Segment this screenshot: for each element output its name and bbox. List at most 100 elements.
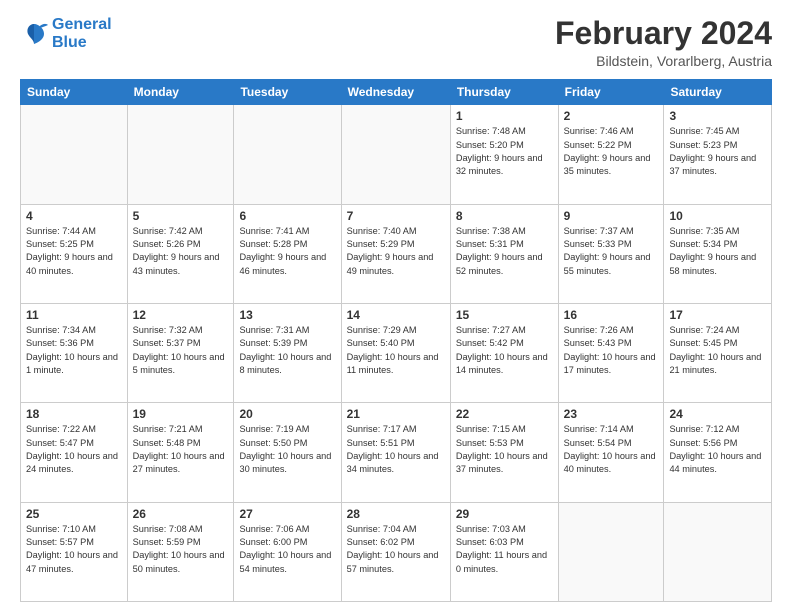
day-info: Sunrise: 7:35 AM Sunset: 5:34 PM Dayligh… [669,225,766,278]
day-number: 26 [133,507,229,521]
day-number: 20 [239,407,335,421]
calendar-cell: 17 Sunrise: 7:24 AM Sunset: 5:45 PM Dayli… [664,303,772,402]
col-tuesday: Tuesday [234,80,341,105]
calendar-cell: 9 Sunrise: 7:37 AM Sunset: 5:33 PM Daylig… [558,204,664,303]
day-number: 24 [669,407,766,421]
day-info: Sunrise: 7:41 AM Sunset: 5:28 PM Dayligh… [239,225,335,278]
logo-text: General Blue [52,16,112,51]
calendar-cell: 1 Sunrise: 7:48 AM Sunset: 5:20 PM Daylig… [450,105,558,204]
day-info: Sunrise: 7:38 AM Sunset: 5:31 PM Dayligh… [456,225,553,278]
day-info: Sunrise: 7:34 AM Sunset: 5:36 PM Dayligh… [26,324,122,377]
day-info: Sunrise: 7:45 AM Sunset: 5:23 PM Dayligh… [669,125,766,178]
day-number: 18 [26,407,122,421]
calendar-cell: 29 Sunrise: 7:03 AM Sunset: 6:03 PM Dayli… [450,502,558,601]
col-saturday: Saturday [664,80,772,105]
day-number: 28 [347,507,445,521]
day-number: 13 [239,308,335,322]
col-thursday: Thursday [450,80,558,105]
calendar-cell: 11 Sunrise: 7:34 AM Sunset: 5:36 PM Dayli… [21,303,128,402]
calendar-cell: 24 Sunrise: 7:12 AM Sunset: 5:56 PM Dayli… [664,403,772,502]
day-info: Sunrise: 7:48 AM Sunset: 5:20 PM Dayligh… [456,125,553,178]
day-number: 22 [456,407,553,421]
day-info: Sunrise: 7:24 AM Sunset: 5:45 PM Dayligh… [669,324,766,377]
calendar-cell: 23Sunrise: 7:14 AM Sunset: 5:54 PM Dayli… [558,403,664,502]
calendar-cell: 14 Sunrise: 7:29 AM Sunset: 5:40 PM Dayli… [341,303,450,402]
calendar-cell: 8 Sunrise: 7:38 AM Sunset: 5:31 PM Daylig… [450,204,558,303]
week-row-2: 4 Sunrise: 7:44 AM Sunset: 5:25 PM Daylig… [21,204,772,303]
day-number: 8 [456,209,553,223]
calendar-cell: 15Sunrise: 7:27 AM Sunset: 5:42 PM Dayli… [450,303,558,402]
calendar-cell: 26 Sunrise: 7:08 AM Sunset: 5:59 PM Dayli… [127,502,234,601]
day-info: Sunrise: 7:26 AM Sunset: 5:43 PM Dayligh… [564,324,659,377]
day-info: Sunrise: 7:08 AM Sunset: 5:59 PM Dayligh… [133,523,229,576]
day-number: 5 [133,209,229,223]
day-number: 9 [564,209,659,223]
day-info: Sunrise: 7:37 AM Sunset: 5:33 PM Dayligh… [564,225,659,278]
day-number: 29 [456,507,553,521]
col-friday: Friday [558,80,664,105]
day-number: 11 [26,308,122,322]
day-number: 3 [669,109,766,123]
logo: General Blue [20,16,112,51]
location-subtitle: Bildstein, Vorarlberg, Austria [555,53,772,69]
day-number: 4 [26,209,122,223]
calendar-cell: 20Sunrise: 7:19 AM Sunset: 5:50 PM Dayli… [234,403,341,502]
day-info: Sunrise: 7:03 AM Sunset: 6:03 PM Dayligh… [456,523,553,576]
day-number: 12 [133,308,229,322]
calendar-cell [127,105,234,204]
day-info: Sunrise: 7:12 AM Sunset: 5:56 PM Dayligh… [669,423,766,476]
day-info: Sunrise: 7:22 AM Sunset: 5:47 PM Dayligh… [26,423,122,476]
calendar-cell: 19Sunrise: 7:21 AM Sunset: 5:48 PM Dayli… [127,403,234,502]
calendar-cell: 13 Sunrise: 7:31 AM Sunset: 5:39 PM Dayli… [234,303,341,402]
week-row-1: 1 Sunrise: 7:48 AM Sunset: 5:20 PM Daylig… [21,105,772,204]
day-number: 1 [456,109,553,123]
calendar-cell [664,502,772,601]
calendar-cell: 6 Sunrise: 7:41 AM Sunset: 5:28 PM Daylig… [234,204,341,303]
month-title: February 2024 [555,16,772,51]
day-info: Sunrise: 7:32 AM Sunset: 5:37 PM Dayligh… [133,324,229,377]
week-row-5: 25 Sunrise: 7:10 AM Sunset: 5:57 PM Dayli… [21,502,772,601]
day-number: 16 [564,308,659,322]
page: General Blue February 2024 Bildstein, Vo… [0,0,792,612]
calendar-cell: 10 Sunrise: 7:35 AM Sunset: 5:34 PM Dayli… [664,204,772,303]
calendar-cell [341,105,450,204]
day-info: Sunrise: 7:46 AM Sunset: 5:22 PM Dayligh… [564,125,659,178]
calendar-cell: 3 Sunrise: 7:45 AM Sunset: 5:23 PM Daylig… [664,105,772,204]
calendar-cell: 4 Sunrise: 7:44 AM Sunset: 5:25 PM Daylig… [21,204,128,303]
calendar-cell: 18 Sunrise: 7:22 AM Sunset: 5:47 PM Dayli… [21,403,128,502]
day-info: Sunrise: 7:06 AM Sunset: 6:00 PM Dayligh… [239,523,335,576]
day-number: 2 [564,109,659,123]
calendar-cell [21,105,128,204]
col-monday: Monday [127,80,234,105]
day-info: Sunrise: 7:31 AM Sunset: 5:39 PM Dayligh… [239,324,335,377]
day-number: 17 [669,308,766,322]
logo-icon [20,20,48,48]
day-number: 25 [26,507,122,521]
calendar-cell: 25 Sunrise: 7:10 AM Sunset: 5:57 PM Dayli… [21,502,128,601]
day-number: 23 [564,407,659,421]
calendar-cell: 7Sunrise: 7:40 AM Sunset: 5:29 PM Daylig… [341,204,450,303]
day-info: Sunrise: 7:17 AM Sunset: 5:51 PM Dayligh… [347,423,445,476]
day-info: Sunrise: 7:44 AM Sunset: 5:25 PM Dayligh… [26,225,122,278]
day-number: 19 [133,407,229,421]
col-wednesday: Wednesday [341,80,450,105]
day-number: 10 [669,209,766,223]
week-row-4: 18 Sunrise: 7:22 AM Sunset: 5:47 PM Dayli… [21,403,772,502]
day-number: 6 [239,209,335,223]
calendar-cell: 22Sunrise: 7:15 AM Sunset: 5:53 PM Dayli… [450,403,558,502]
title-block: February 2024 Bildstein, Vorarlberg, Aus… [555,16,772,69]
calendar-cell: 27 Sunrise: 7:06 AM Sunset: 6:00 PM Dayli… [234,502,341,601]
calendar-cell: 2 Sunrise: 7:46 AM Sunset: 5:22 PM Daylig… [558,105,664,204]
day-info: Sunrise: 7:10 AM Sunset: 5:57 PM Dayligh… [26,523,122,576]
day-number: 7 [347,209,445,223]
col-sunday: Sunday [21,80,128,105]
calendar-cell: 28Sunrise: 7:04 AM Sunset: 6:02 PM Dayli… [341,502,450,601]
header: General Blue February 2024 Bildstein, Vo… [20,16,772,69]
day-number: 14 [347,308,445,322]
calendar-cell [558,502,664,601]
day-number: 27 [239,507,335,521]
week-row-3: 11 Sunrise: 7:34 AM Sunset: 5:36 PM Dayli… [21,303,772,402]
day-number: 21 [347,407,445,421]
day-info: Sunrise: 7:29 AM Sunset: 5:40 PM Dayligh… [347,324,445,377]
calendar-header-row: Sunday Monday Tuesday Wednesday Thursday… [21,80,772,105]
